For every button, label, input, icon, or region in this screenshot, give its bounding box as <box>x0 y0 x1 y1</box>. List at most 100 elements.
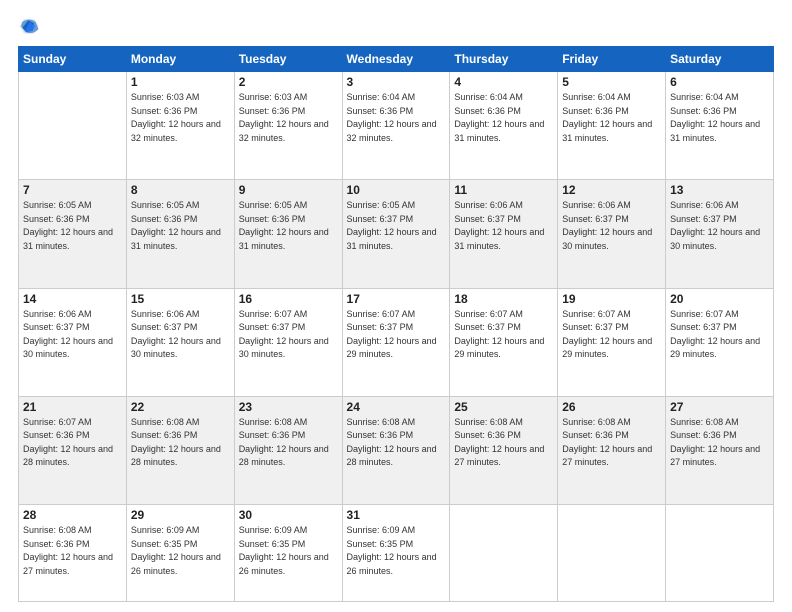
calendar-day-cell: 7 Sunrise: 6:05 AMSunset: 6:36 PMDayligh… <box>19 180 127 288</box>
calendar-header-row: SundayMondayTuesdayWednesdayThursdayFrid… <box>19 47 774 72</box>
calendar-day-cell: 13 Sunrise: 6:06 AMSunset: 6:37 PMDaylig… <box>666 180 774 288</box>
weekday-header: Thursday <box>450 47 558 72</box>
calendar-day-cell: 25 Sunrise: 6:08 AMSunset: 6:36 PMDaylig… <box>450 396 558 504</box>
calendar-day-cell: 26 Sunrise: 6:08 AMSunset: 6:36 PMDaylig… <box>558 396 666 504</box>
day-number: 21 <box>23 400 122 414</box>
logo <box>18 16 44 38</box>
weekday-header: Saturday <box>666 47 774 72</box>
day-number: 27 <box>670 400 769 414</box>
day-number: 6 <box>670 75 769 89</box>
weekday-header: Sunday <box>19 47 127 72</box>
weekday-header: Tuesday <box>234 47 342 72</box>
logo-icon <box>18 16 40 38</box>
calendar-day-cell: 18 Sunrise: 6:07 AMSunset: 6:37 PMDaylig… <box>450 288 558 396</box>
calendar-table: SundayMondayTuesdayWednesdayThursdayFrid… <box>18 46 774 602</box>
day-info: Sunrise: 6:04 AMSunset: 6:36 PMDaylight:… <box>454 92 544 143</box>
day-info: Sunrise: 6:09 AMSunset: 6:35 PMDaylight:… <box>347 525 437 576</box>
day-number: 5 <box>562 75 661 89</box>
calendar-day-cell: 28 Sunrise: 6:08 AMSunset: 6:36 PMDaylig… <box>19 505 127 602</box>
calendar-day-cell: 23 Sunrise: 6:08 AMSunset: 6:36 PMDaylig… <box>234 396 342 504</box>
day-number: 23 <box>239 400 338 414</box>
day-number: 13 <box>670 183 769 197</box>
calendar-day-cell: 31 Sunrise: 6:09 AMSunset: 6:35 PMDaylig… <box>342 505 450 602</box>
calendar-day-cell: 12 Sunrise: 6:06 AMSunset: 6:37 PMDaylig… <box>558 180 666 288</box>
weekday-header: Wednesday <box>342 47 450 72</box>
calendar-day-cell: 15 Sunrise: 6:06 AMSunset: 6:37 PMDaylig… <box>126 288 234 396</box>
calendar-week-row: 28 Sunrise: 6:08 AMSunset: 6:36 PMDaylig… <box>19 505 774 602</box>
day-info: Sunrise: 6:09 AMSunset: 6:35 PMDaylight:… <box>239 525 329 576</box>
day-number: 4 <box>454 75 553 89</box>
calendar-day-cell <box>450 505 558 602</box>
day-number: 12 <box>562 183 661 197</box>
calendar-week-row: 7 Sunrise: 6:05 AMSunset: 6:36 PMDayligh… <box>19 180 774 288</box>
calendar-day-cell: 4 Sunrise: 6:04 AMSunset: 6:36 PMDayligh… <box>450 72 558 180</box>
day-info: Sunrise: 6:06 AMSunset: 6:37 PMDaylight:… <box>562 200 652 251</box>
day-number: 8 <box>131 183 230 197</box>
day-info: Sunrise: 6:07 AMSunset: 6:37 PMDaylight:… <box>347 309 437 360</box>
day-info: Sunrise: 6:07 AMSunset: 6:37 PMDaylight:… <box>454 309 544 360</box>
calendar-day-cell: 8 Sunrise: 6:05 AMSunset: 6:36 PMDayligh… <box>126 180 234 288</box>
day-info: Sunrise: 6:07 AMSunset: 6:37 PMDaylight:… <box>670 309 760 360</box>
calendar-day-cell: 11 Sunrise: 6:06 AMSunset: 6:37 PMDaylig… <box>450 180 558 288</box>
calendar-day-cell: 5 Sunrise: 6:04 AMSunset: 6:36 PMDayligh… <box>558 72 666 180</box>
weekday-header: Monday <box>126 47 234 72</box>
day-number: 24 <box>347 400 446 414</box>
day-info: Sunrise: 6:06 AMSunset: 6:37 PMDaylight:… <box>23 309 113 360</box>
calendar-day-cell: 16 Sunrise: 6:07 AMSunset: 6:37 PMDaylig… <box>234 288 342 396</box>
calendar-day-cell <box>19 72 127 180</box>
day-info: Sunrise: 6:06 AMSunset: 6:37 PMDaylight:… <box>131 309 221 360</box>
day-info: Sunrise: 6:08 AMSunset: 6:36 PMDaylight:… <box>562 417 652 468</box>
day-number: 29 <box>131 508 230 522</box>
day-number: 26 <box>562 400 661 414</box>
header <box>18 16 774 38</box>
day-info: Sunrise: 6:08 AMSunset: 6:36 PMDaylight:… <box>239 417 329 468</box>
calendar-day-cell: 6 Sunrise: 6:04 AMSunset: 6:36 PMDayligh… <box>666 72 774 180</box>
day-number: 10 <box>347 183 446 197</box>
calendar-day-cell: 1 Sunrise: 6:03 AMSunset: 6:36 PMDayligh… <box>126 72 234 180</box>
day-info: Sunrise: 6:09 AMSunset: 6:35 PMDaylight:… <box>131 525 221 576</box>
calendar-day-cell: 14 Sunrise: 6:06 AMSunset: 6:37 PMDaylig… <box>19 288 127 396</box>
calendar-day-cell: 17 Sunrise: 6:07 AMSunset: 6:37 PMDaylig… <box>342 288 450 396</box>
calendar-day-cell: 29 Sunrise: 6:09 AMSunset: 6:35 PMDaylig… <box>126 505 234 602</box>
day-info: Sunrise: 6:06 AMSunset: 6:37 PMDaylight:… <box>454 200 544 251</box>
day-number: 16 <box>239 292 338 306</box>
day-number: 2 <box>239 75 338 89</box>
day-info: Sunrise: 6:08 AMSunset: 6:36 PMDaylight:… <box>347 417 437 468</box>
calendar-day-cell <box>666 505 774 602</box>
day-info: Sunrise: 6:08 AMSunset: 6:36 PMDaylight:… <box>670 417 760 468</box>
calendar-day-cell: 30 Sunrise: 6:09 AMSunset: 6:35 PMDaylig… <box>234 505 342 602</box>
day-info: Sunrise: 6:06 AMSunset: 6:37 PMDaylight:… <box>670 200 760 251</box>
day-info: Sunrise: 6:05 AMSunset: 6:37 PMDaylight:… <box>347 200 437 251</box>
day-number: 3 <box>347 75 446 89</box>
calendar-day-cell: 19 Sunrise: 6:07 AMSunset: 6:37 PMDaylig… <box>558 288 666 396</box>
day-number: 7 <box>23 183 122 197</box>
day-number: 18 <box>454 292 553 306</box>
day-info: Sunrise: 6:04 AMSunset: 6:36 PMDaylight:… <box>670 92 760 143</box>
day-number: 15 <box>131 292 230 306</box>
day-info: Sunrise: 6:05 AMSunset: 6:36 PMDaylight:… <box>239 200 329 251</box>
day-info: Sunrise: 6:04 AMSunset: 6:36 PMDaylight:… <box>347 92 437 143</box>
day-info: Sunrise: 6:05 AMSunset: 6:36 PMDaylight:… <box>23 200 113 251</box>
day-info: Sunrise: 6:07 AMSunset: 6:37 PMDaylight:… <box>562 309 652 360</box>
day-info: Sunrise: 6:07 AMSunset: 6:36 PMDaylight:… <box>23 417 113 468</box>
calendar-day-cell: 10 Sunrise: 6:05 AMSunset: 6:37 PMDaylig… <box>342 180 450 288</box>
calendar-day-cell: 2 Sunrise: 6:03 AMSunset: 6:36 PMDayligh… <box>234 72 342 180</box>
day-number: 20 <box>670 292 769 306</box>
calendar-day-cell: 21 Sunrise: 6:07 AMSunset: 6:36 PMDaylig… <box>19 396 127 504</box>
day-info: Sunrise: 6:04 AMSunset: 6:36 PMDaylight:… <box>562 92 652 143</box>
calendar-day-cell <box>558 505 666 602</box>
day-number: 9 <box>239 183 338 197</box>
day-number: 1 <box>131 75 230 89</box>
calendar-day-cell: 3 Sunrise: 6:04 AMSunset: 6:36 PMDayligh… <box>342 72 450 180</box>
calendar-day-cell: 24 Sunrise: 6:08 AMSunset: 6:36 PMDaylig… <box>342 396 450 504</box>
day-number: 17 <box>347 292 446 306</box>
calendar-week-row: 14 Sunrise: 6:06 AMSunset: 6:37 PMDaylig… <box>19 288 774 396</box>
calendar-day-cell: 27 Sunrise: 6:08 AMSunset: 6:36 PMDaylig… <box>666 396 774 504</box>
day-info: Sunrise: 6:08 AMSunset: 6:36 PMDaylight:… <box>23 525 113 576</box>
day-number: 31 <box>347 508 446 522</box>
day-info: Sunrise: 6:03 AMSunset: 6:36 PMDaylight:… <box>131 92 221 143</box>
weekday-header: Friday <box>558 47 666 72</box>
calendar-day-cell: 20 Sunrise: 6:07 AMSunset: 6:37 PMDaylig… <box>666 288 774 396</box>
day-info: Sunrise: 6:08 AMSunset: 6:36 PMDaylight:… <box>131 417 221 468</box>
day-info: Sunrise: 6:03 AMSunset: 6:36 PMDaylight:… <box>239 92 329 143</box>
